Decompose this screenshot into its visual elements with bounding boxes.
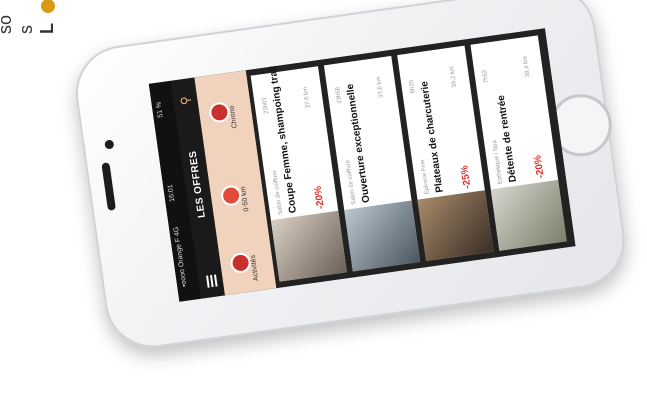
offer-distance: 37,6 km [302,86,312,109]
offer-category: Épicerie Fine [419,159,431,195]
offers-list: Salon de coiffure Coupe Femme, shampoing… [245,28,576,289]
menu-icon[interactable] [204,274,218,288]
stopwatch-icon [208,101,231,124]
offer-time: 6h20 [408,79,417,94]
filter-label: Chrono [228,105,239,129]
camera-icon [104,139,115,150]
phone-body: •oooo Orange F 4G 16:01 51 % LES OFFRES … [69,0,631,354]
offer-time: 23h58 [335,86,344,104]
filter-label: Activités [249,254,261,282]
offer-body: Salon de coiffure Ouverture exceptionnel… [324,56,412,210]
offer-distance: 39,4 km [522,55,532,78]
offer-name: Coupe Femme, shampoing traitant, m... [262,28,300,214]
offer-image [270,210,347,282]
offer-distance: 37,6 km [376,76,385,99]
offer-body: Esthétique / Spa Détente de rentrée -20%… [470,35,558,189]
page-title: LES OFFRES [187,149,208,219]
distance-icon [219,184,243,207]
offer-discount: -25% [459,164,474,190]
phone: •oooo Orange F 4G 16:01 51 % LES OFFRES … [34,0,647,398]
carrier-label: •oooo Orange F 4G [172,226,189,288]
calendar-icon [229,251,252,275]
app-screen: •oooo Orange F 4G 16:01 51 % LES OFFRES … [148,28,576,302]
battery-label: 51 % [155,101,165,119]
offer-discount: -20% [532,154,547,180]
status-time: 16:01 [167,183,177,203]
offer-time: 23h01 [261,96,271,115]
speaker-icon [101,162,116,211]
offer-image [490,179,567,251]
location-pin-icon[interactable]: ⚲ [178,92,193,106]
offer-image [417,190,494,262]
offer-image [344,200,421,272]
offer-body: Épicerie Fine Plateaux de charcuterie -2… [397,46,485,200]
offer-distance: 39,2 km [449,65,459,88]
filter-label: 0-50 km [240,185,251,212]
background-text-line: so [0,14,15,34]
offer-time: 7h52 [482,69,490,84]
offer-body: Salon de coiffure Coupe Femme, shampoing… [251,28,339,220]
offer-discount: -20% [312,185,327,210]
